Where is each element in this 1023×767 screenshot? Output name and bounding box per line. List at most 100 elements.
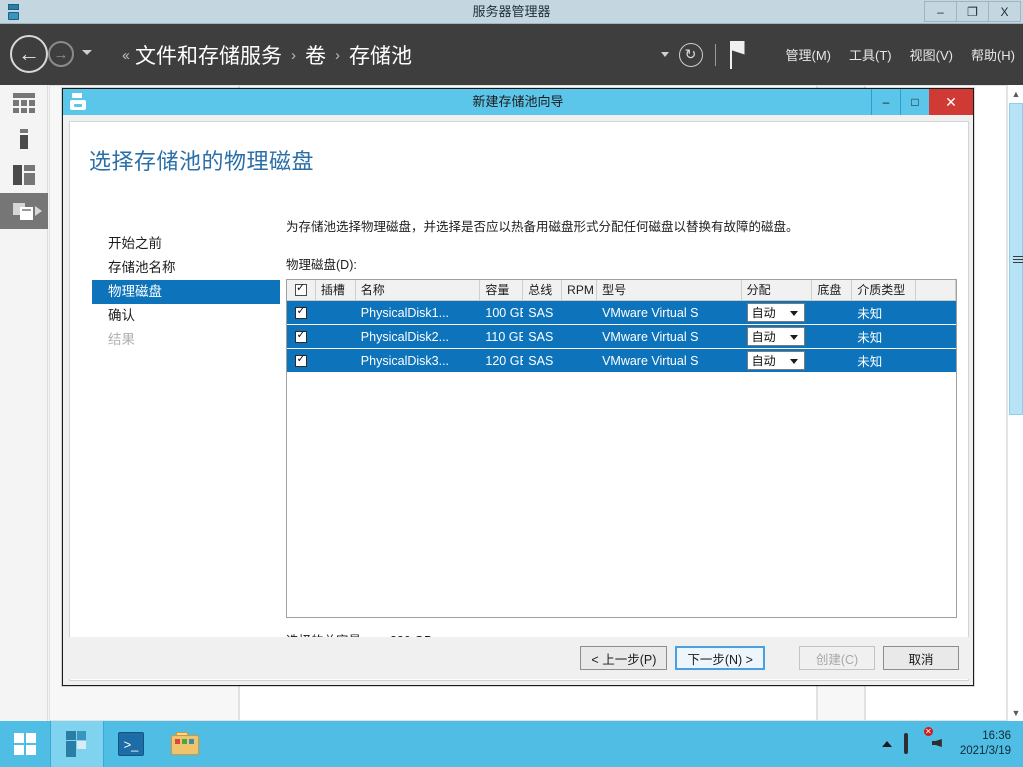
- menu-manage[interactable]: 管理(M): [786, 45, 832, 64]
- previous-button[interactable]: < 上一步(P): [580, 646, 668, 670]
- grid-header-slot[interactable]: 插槽: [316, 280, 356, 300]
- wizard-title: 新建存储池向导: [472, 94, 564, 109]
- refresh-icon[interactable]: ↻: [678, 42, 703, 67]
- row-checkbox-cell[interactable]: [287, 354, 316, 367]
- grid-header-select-all[interactable]: [287, 280, 316, 300]
- physical-disks-grid[interactable]: 插槽 名称 容量 总线 RPM 型号 分配 底盘 介质类型: [286, 279, 957, 618]
- cell-capacity: 120 GB: [485, 353, 523, 368]
- sidebar-item-dashboard[interactable]: [0, 85, 48, 121]
- row-checkbox-cell[interactable]: [287, 330, 316, 343]
- back-arrow-icon[interactable]: ←: [10, 35, 48, 73]
- wizard-description: 为存储池选择物理磁盘，并选择是否应以热备用磁盘形式分配任何磁盘以替换有故障的磁盘…: [286, 220, 799, 234]
- wizard-close-button[interactable]: ✕: [929, 89, 973, 115]
- main-window-title: 服务器管理器: [472, 4, 551, 19]
- cell-bus: SAS: [528, 329, 554, 344]
- grid-header-spacer: [916, 280, 956, 300]
- cancel-button[interactable]: 取消: [883, 646, 959, 670]
- allocation-dropdown[interactable]: 自动: [746, 351, 805, 370]
- scrollbar-grip-icon: [1013, 256, 1023, 263]
- grid-header-media[interactable]: 介质类型: [852, 280, 917, 300]
- chevron-down-icon[interactable]: [82, 50, 92, 55]
- scroll-up-arrow-icon[interactable]: ▲: [1008, 85, 1023, 102]
- grid-header-name[interactable]: 名称: [356, 280, 481, 300]
- server-manager-window: 服务器管理器 – ❐ X ← → ‹‹ 文件和存储服务 › 卷 › 存储池 ↻ …: [0, 0, 1023, 767]
- grid-header-model[interactable]: 型号: [597, 280, 742, 300]
- allocation-dropdown[interactable]: 自动: [746, 303, 805, 322]
- chevron-down-icon: [789, 335, 798, 340]
- breadcrumb-separator-1: ›: [335, 46, 340, 64]
- server-manager-icon: [64, 731, 90, 757]
- header-chevron-down-icon[interactable]: [660, 52, 669, 57]
- table-row[interactable]: PhysicalDisk1... 100 GB SAS VMware Virtu…: [287, 301, 956, 325]
- system-tray: ✕ 16:36 2021/3/19: [881, 721, 1023, 767]
- network-icon[interactable]: [903, 733, 922, 754]
- file-storage-icon: [13, 203, 33, 220]
- allocation-value: 自动: [751, 306, 776, 320]
- flag-icon[interactable]: [729, 40, 750, 69]
- cell-name: PhysicalDisk1...: [360, 305, 450, 320]
- table-row[interactable]: PhysicalDisk2... 110 GB SAS VMware Virtu…: [287, 325, 956, 349]
- next-button[interactable]: 下一步(N) >: [675, 646, 765, 670]
- grid-header-allocation[interactable]: 分配: [742, 280, 813, 300]
- volume-muted-icon[interactable]: ✕: [923, 727, 950, 753]
- grid-header-capacity[interactable]: 容量: [480, 280, 524, 300]
- taskbar-item-server-manager[interactable]: [50, 721, 104, 767]
- wizard-step-before-you-begin[interactable]: 开始之前: [92, 232, 280, 256]
- file-explorer-icon: [171, 732, 199, 756]
- breadcrumb-item-0[interactable]: 文件和存储服务: [135, 40, 282, 70]
- windows-start-icon: [14, 733, 36, 755]
- minimize-button[interactable]: –: [924, 1, 957, 22]
- sidebar-item-local-server[interactable]: [0, 121, 48, 157]
- header-divider: [714, 43, 716, 66]
- grid-header-bus[interactable]: 总线: [523, 280, 563, 300]
- chevron-up-icon[interactable]: [881, 741, 892, 747]
- forward-arrow-icon[interactable]: →: [48, 41, 74, 67]
- new-storage-pool-wizard-dialog: 新建存储池向导 – □ ✕ 选择存储池的物理磁盘 开始之前 存储池名称 物理磁盘…: [62, 88, 974, 686]
- row-checkbox[interactable]: [295, 354, 308, 367]
- create-button: 创建(C): [799, 646, 875, 670]
- cell-bus: SAS: [528, 305, 554, 320]
- row-checkbox-cell[interactable]: [287, 306, 316, 319]
- physical-disks-label: 物理磁盘(D):: [286, 258, 357, 272]
- grid-header-chassis[interactable]: 底盘: [812, 280, 853, 300]
- page-scrollbar[interactable]: ▲ ▼: [1007, 85, 1023, 721]
- cell-media: 未知: [857, 307, 883, 321]
- wizard-step-pool-name[interactable]: 存储池名称: [92, 256, 280, 280]
- breadcrumb-item-2[interactable]: 存储池: [349, 40, 412, 70]
- start-button[interactable]: [0, 721, 50, 767]
- scroll-down-arrow-icon[interactable]: ▼: [1008, 704, 1023, 721]
- wizard-step-physical-disks[interactable]: 物理磁盘: [92, 280, 280, 304]
- maximize-button[interactable]: ❐: [956, 1, 989, 22]
- clock[interactable]: 16:36 2021/3/19: [960, 729, 1015, 759]
- cell-allocation[interactable]: 自动: [742, 303, 813, 322]
- wizard-main-panel: 为存储池选择物理磁盘，并选择是否应以热备用磁盘形式分配任何磁盘以替换有故障的磁盘…: [286, 218, 962, 674]
- table-row[interactable]: PhysicalDisk3... 120 GB SAS VMware Virtu…: [287, 349, 956, 373]
- select-all-checkbox[interactable]: [294, 282, 307, 296]
- menu-view[interactable]: 视图(V): [910, 45, 953, 64]
- row-checkbox[interactable]: [295, 330, 308, 343]
- servers-group-icon: [13, 165, 35, 185]
- wizard-step-confirmation[interactable]: 确认: [92, 304, 280, 328]
- menu-help[interactable]: 帮助(H): [971, 45, 1015, 64]
- wizard-minimize-button[interactable]: –: [871, 89, 900, 115]
- sidebar-item-file-and-storage-services[interactable]: [0, 193, 48, 229]
- cell-bus: SAS: [528, 353, 554, 368]
- wizard-content: 选择存储池的物理磁盘 开始之前 存储池名称 物理磁盘 确认 结果 为存储池选择物…: [69, 121, 969, 681]
- scrollbar-thumb[interactable]: [1009, 103, 1023, 415]
- sidebar-item-all-servers[interactable]: [0, 157, 48, 193]
- row-checkbox[interactable]: [295, 306, 308, 319]
- wizard-maximize-button[interactable]: □: [900, 89, 929, 115]
- menu-tools[interactable]: 工具(T): [849, 45, 892, 64]
- grid-header-rpm[interactable]: RPM: [562, 280, 598, 300]
- breadcrumb-item-1[interactable]: 卷: [305, 40, 326, 70]
- taskbar-item-file-explorer[interactable]: [158, 721, 212, 767]
- cell-allocation[interactable]: 自动: [742, 351, 813, 370]
- taskbar-item-powershell[interactable]: >_: [104, 721, 158, 767]
- cell-allocation[interactable]: 自动: [742, 327, 813, 346]
- allocation-dropdown[interactable]: 自动: [746, 327, 805, 346]
- chevron-down-icon: [789, 311, 798, 316]
- breadcrumb-leading-icon[interactable]: ‹‹: [122, 47, 130, 64]
- cell-capacity: 100 GB: [485, 305, 523, 320]
- server-tower-icon: [20, 129, 28, 149]
- close-button[interactable]: X: [988, 1, 1021, 22]
